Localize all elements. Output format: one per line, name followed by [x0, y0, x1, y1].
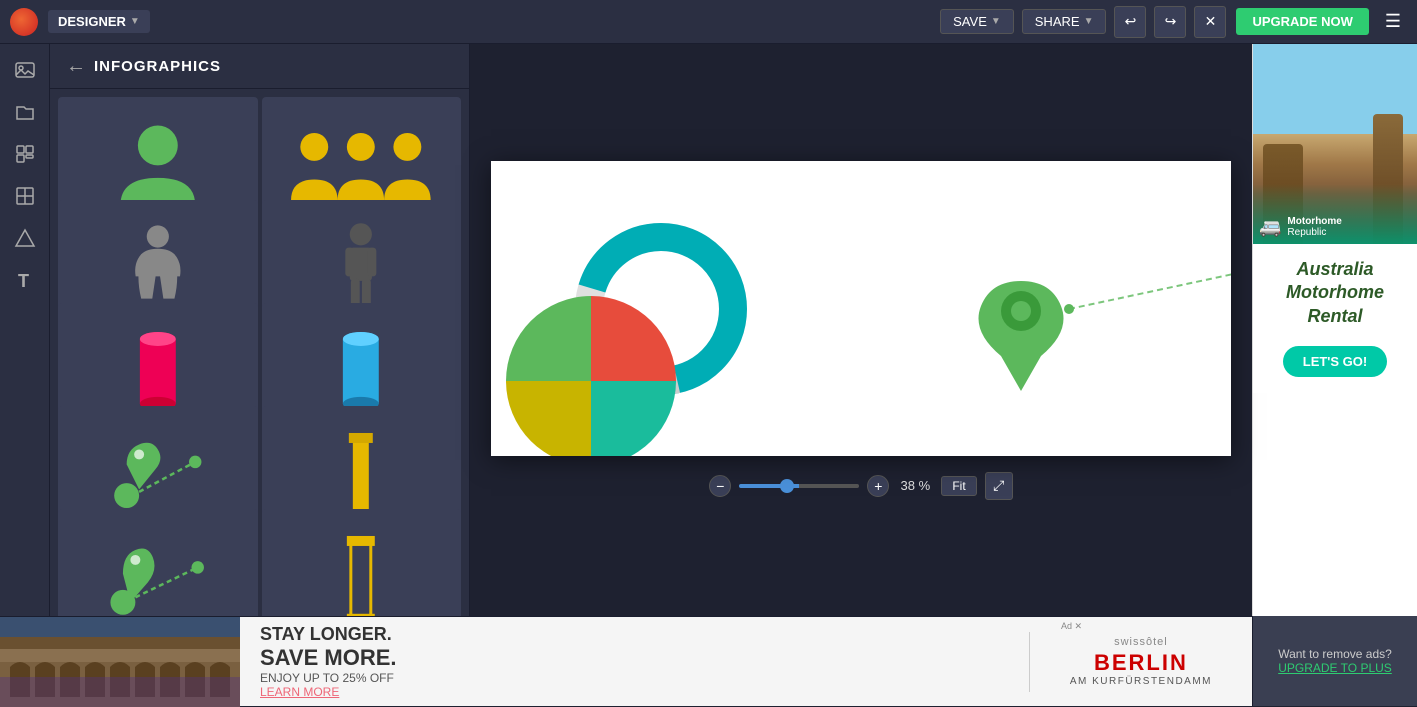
designer-arrow-icon: ▼ [130, 16, 140, 27]
bottom-bar: STAY LONGER. SAVE MORE. ENJOY UP TO 25% … [0, 616, 1417, 706]
topbar-center: SAVE ▼ SHARE ▼ ↩ ↪ ✕ [940, 6, 1226, 38]
save-button[interactable]: SAVE ▼ [940, 9, 1014, 34]
main-area: T ← INFOGRAPHICS FREE [0, 44, 1417, 616]
ad-panel: Ad ✕ 🚐 Motorhome Republic Australia Mo [1252, 44, 1417, 616]
menu-button[interactable]: ☰ [1379, 7, 1407, 36]
zoom-bar: − + 38 % Fit ⤢ [709, 472, 1012, 500]
bottom-ad-brand: swissôtel BERLIN AM KURFÜRSTENDAMM [1050, 636, 1232, 687]
redo-button[interactable]: ↪ [1154, 6, 1186, 38]
designer-dropdown[interactable]: DESIGNER ▼ [48, 10, 150, 33]
ad-headline: Australia Motorhome Rental [1261, 250, 1409, 336]
bottom-ad-save: SAVE MORE. [260, 645, 1009, 671]
close-button[interactable]: ✕ [1194, 6, 1226, 38]
bottom-ad-bar: STAY LONGER. SAVE MORE. ENJOY UP TO 25% … [0, 616, 1252, 706]
bottom-ad-enjoy: ENJOY UP TO 25% OFF [260, 671, 1009, 685]
topbar: DESIGNER ▼ SAVE ▼ SHARE ▼ ↩ ↪ ✕ UPGRADE … [0, 0, 1417, 44]
brand-swissotel: swissôtel [1114, 636, 1168, 648]
list-item[interactable]: FREE [262, 509, 462, 616]
panel-grid: FREE FREE [50, 89, 469, 616]
zoom-in-button[interactable]: + [867, 475, 889, 497]
panel-title: INFOGRAPHICS [94, 58, 221, 75]
save-arrow-icon: ▼ [991, 16, 1001, 27]
ad-cta-button[interactable]: LET'S GO! [1283, 346, 1387, 377]
canvas-area: − + 38 % Fit ⤢ [470, 44, 1252, 616]
remove-ads-text: Want to remove ads? [1278, 647, 1392, 661]
panel-back-button[interactable]: ← [66, 56, 86, 76]
infographics-panel: ← INFOGRAPHICS FREE [50, 44, 470, 616]
ad-van-icon: 🚐 [1259, 217, 1281, 238]
zoom-fit-button[interactable]: Fit [941, 476, 976, 496]
app-logo [10, 8, 38, 36]
share-arrow-icon: ▼ [1084, 16, 1094, 27]
bottom-ad-content: STAY LONGER. SAVE MORE. ENJOY UP TO 25% … [240, 617, 1252, 706]
list-item[interactable]: FREE [58, 509, 258, 616]
svg-text:T: T [18, 271, 29, 291]
zoom-slider[interactable] [739, 484, 859, 488]
ad-brand-name: Motorhome [1287, 216, 1341, 227]
zoom-fullscreen-button[interactable]: ⤢ [985, 472, 1013, 500]
sidebar-item-text[interactable]: T [7, 262, 43, 298]
sidebar-item-layout[interactable] [7, 136, 43, 172]
bottom-ad-stay: STAY LONGER. [260, 624, 1009, 645]
panel-header: ← INFOGRAPHICS [50, 44, 469, 89]
sidebar-item-image[interactable] [7, 52, 43, 88]
bottom-ad-learn-link[interactable]: LEARN MORE [260, 685, 1009, 699]
canvas[interactable] [491, 161, 1231, 456]
upgrade-to-plus-link[interactable]: UPGRADE TO PLUS [1278, 661, 1392, 675]
sidebar-item-shapes[interactable] [7, 220, 43, 256]
ad-indicator: Ad ✕ [1061, 621, 1082, 632]
upgrade-now-button[interactable]: UPGRADE NOW [1236, 8, 1368, 35]
share-button[interactable]: SHARE ▼ [1022, 9, 1107, 34]
remove-ads-panel: Want to remove ads? UPGRADE TO PLUS [1252, 616, 1417, 706]
sidebar-item-grid[interactable] [7, 178, 43, 214]
ad-brand-sub: Republic [1287, 227, 1341, 238]
undo-button[interactable]: ↩ [1114, 6, 1146, 38]
sidebar-item-folder[interactable] [7, 94, 43, 130]
brand-sub: AM KURFÜRSTENDAMM [1070, 676, 1212, 687]
designer-label: DESIGNER [58, 14, 126, 29]
icon-bar: T [0, 44, 50, 616]
zoom-percent: 38 % [897, 478, 933, 493]
brand-berlin: BERLIN [1094, 650, 1188, 676]
bottom-ad-text: STAY LONGER. SAVE MORE. ENJOY UP TO 25% … [260, 624, 1009, 699]
zoom-out-button[interactable]: − [709, 475, 731, 497]
